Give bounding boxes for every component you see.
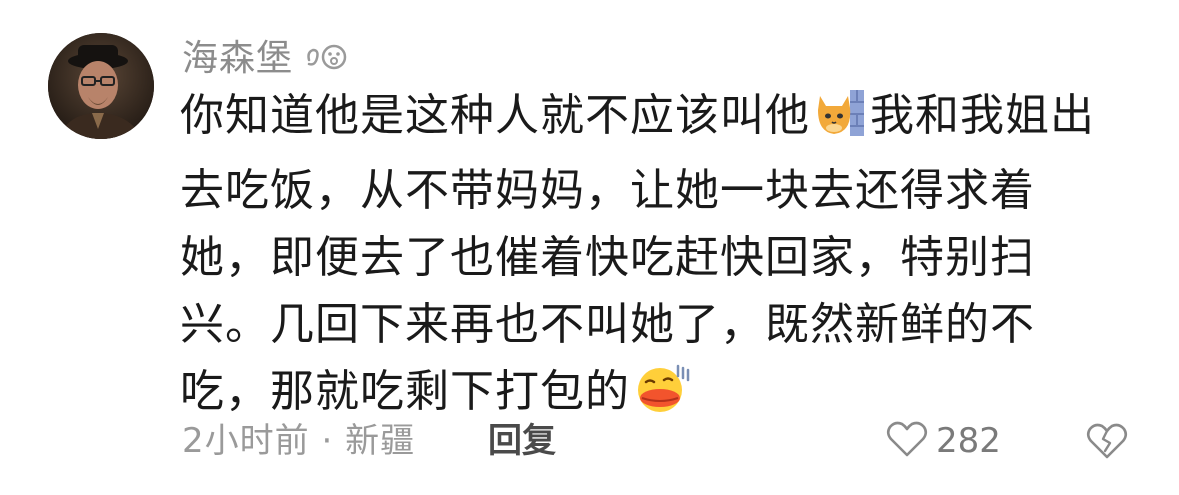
like-count: 282 xyxy=(936,421,1001,461)
heart-outline-icon xyxy=(886,420,928,462)
username[interactable]: 海森堡 xyxy=(182,34,293,84)
broken-heart-icon xyxy=(1086,423,1128,464)
comment-text: 你知道他是这种人就不应该叫他 我和我姐出去吃饭，从不带妈妈，让她一块去还得求着她… xyxy=(180,82,1110,433)
meta-separator: · xyxy=(321,421,334,461)
comment-footer: 2小时前 · 新疆 回复 282 xyxy=(182,414,1142,468)
comment-location: 新疆 xyxy=(345,421,416,461)
user-badge-icon xyxy=(303,42,349,76)
comment-text-part-1: 你知道他是这种人就不应该叫他 xyxy=(180,90,810,141)
like-button[interactable]: 282 xyxy=(886,414,1001,468)
username-row: 海森堡 xyxy=(182,34,349,84)
comment-time: 2小时前 xyxy=(182,421,310,461)
avatar[interactable] xyxy=(48,33,154,139)
cat-peeking-emoji xyxy=(814,88,866,157)
reply-button[interactable]: 回复 xyxy=(488,414,556,468)
dislike-button[interactable] xyxy=(1086,420,1128,464)
comment-meta: 2小时前 · 新疆 xyxy=(182,414,415,468)
